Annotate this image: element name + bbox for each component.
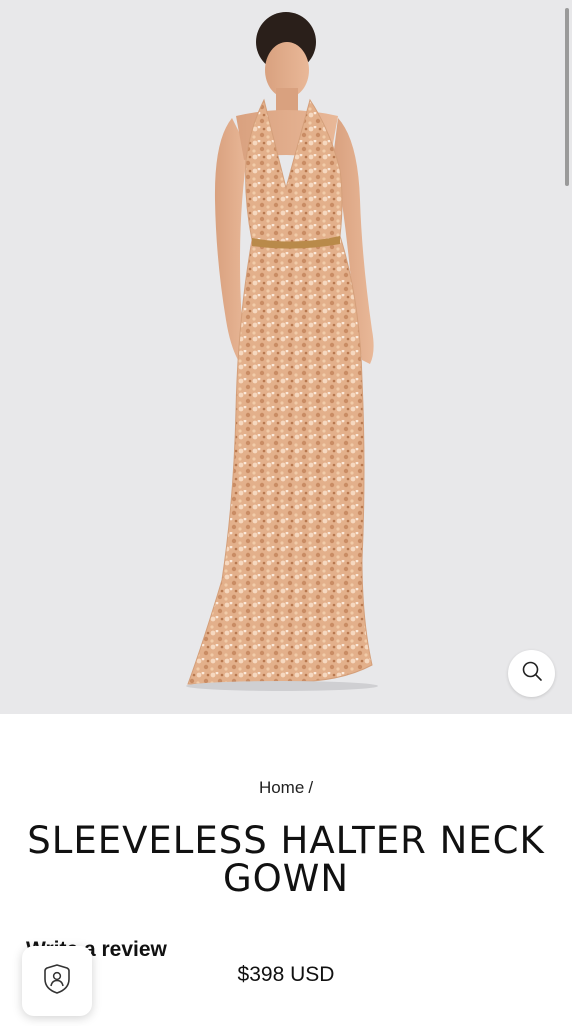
breadcrumb-home-link[interactable]: Home <box>259 778 304 797</box>
breadcrumb-separator: / <box>308 778 314 797</box>
account-button[interactable] <box>22 946 92 1016</box>
product-photo <box>186 12 378 691</box>
product-title: SLEEVELESS HALTER NECK GOWN <box>27 819 545 900</box>
product-image[interactable] <box>0 0 572 714</box>
zoom-button[interactable] <box>508 650 555 697</box>
scrollbar[interactable] <box>565 8 569 186</box>
search-icon <box>521 660 543 687</box>
account-shield-icon <box>43 963 71 1000</box>
breadcrumb: Home / <box>0 778 572 798</box>
